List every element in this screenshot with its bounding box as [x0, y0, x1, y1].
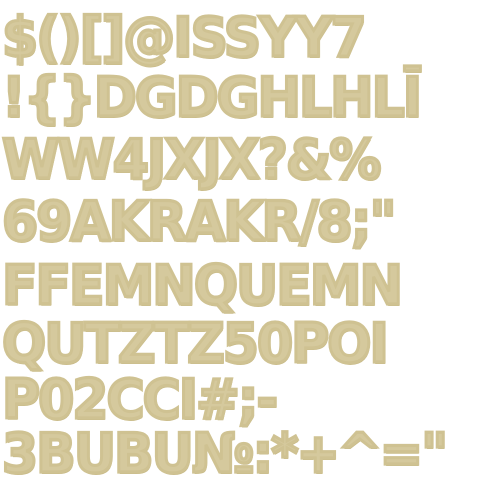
- glyph-row-3: WW4JXJX?&%: [0, 127, 486, 193]
- glyph-sheet: $()[]@ISSYY7 !{}DGDGHLHLĪ WW4JXJX?&% 69A…: [0, 0, 486, 486]
- glyph-row-text: QUTZTZ50POI: [1, 311, 391, 377]
- glyph-row-text: 69AKRAKR/8;": [1, 189, 399, 255]
- glyph-row-6: QUTZTZ50POI: [0, 311, 486, 377]
- glyph-row-text: FFEMNQUEMN: [0, 253, 404, 319]
- glyph-row-7: P02CCI#;-: [0, 367, 486, 433]
- glyph-row-8: 3BUBU№:*+^=": [0, 421, 486, 486]
- glyph-row-5: FFEMNQUEMN: [0, 253, 486, 319]
- glyph-row-text: $()[]@ISSYY7: [1, 5, 369, 71]
- glyph-row-text: 3BUBU№:*+^=": [0, 421, 449, 486]
- glyph-row-text: !{}DGDGHLHLĪ: [0, 65, 423, 131]
- glyph-row-1: $()[]@ISSYY7: [0, 5, 486, 71]
- glyph-row-text: WW4JXJX?&%: [0, 127, 382, 193]
- glyph-row-4: 69AKRAKR/8;": [0, 189, 486, 255]
- glyph-row-2: !{}DGDGHLHLĪ: [0, 65, 486, 131]
